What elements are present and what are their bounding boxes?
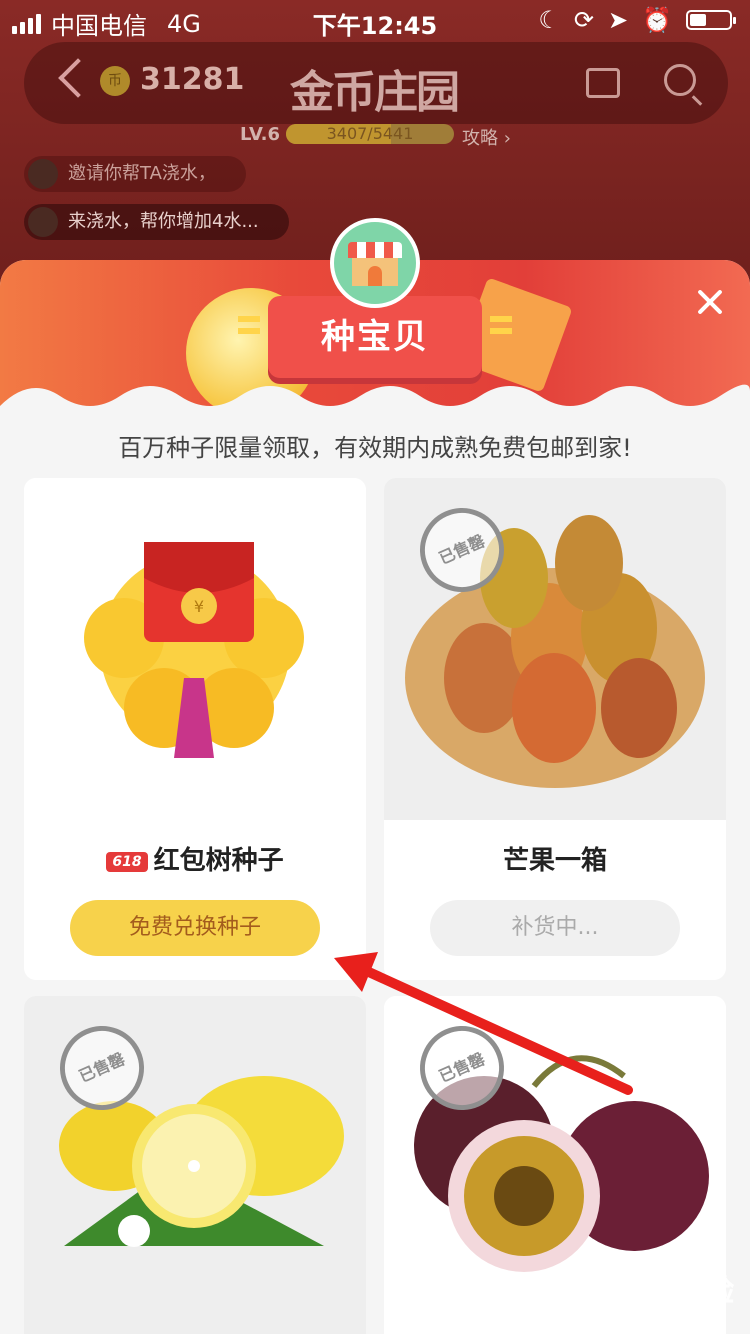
product-image: ¥ [24,478,366,820]
coin-balance[interactable]: 31281 [140,62,244,97]
close-icon[interactable] [696,288,724,316]
message-pill[interactable]: 邀请你帮TA浇水， [24,156,246,192]
modal-title-ribbon: 种宝贝 [238,296,512,378]
watermark-brand: Baidu经验 [578,1274,735,1309]
calendar-icon[interactable] [586,68,620,98]
coin-icon: 币 [100,66,130,96]
product-card[interactable]: ¥ 618 红包树种子 免费兑换种子 [24,478,366,980]
battery-icon [686,10,736,30]
moon-icon: ☾ [538,6,560,34]
rotation-lock-icon: ⟳ [573,6,594,34]
seed-shop-modal: 百万种子限量领取，有效期内成熟免费包邮到家! ¥ 618 红包树种子 免费兑换种子 [0,260,750,1334]
promo-618-badge: 618 [106,851,148,872]
search-icon[interactable] [664,64,696,96]
watermark-url: jingyan.baidu.com [578,1310,708,1326]
redeem-seed-button[interactable]: 免费兑换种子 [70,900,320,956]
avatar [28,159,58,189]
product-card[interactable]: 已售罄 芒果一箱 补货中... [384,478,726,980]
game-title: 金币庄园 [290,67,460,118]
level-progress-text: 3407/5441 [326,124,414,143]
message-text: 来浇水，帮你增加4水... [68,211,259,232]
product-name: 芒果一箱 [502,846,607,876]
svg-text:¥: ¥ [194,597,204,616]
status-bar: 中国电信 4G 下午12:45 ☾ ⟳ ➤ ⏰ [0,0,750,40]
product-card[interactable]: 已售罄 [24,996,366,1334]
guide-link[interactable]: 攻略 › [462,124,511,150]
message-text: 邀请你帮TA浇水， [68,163,216,184]
message-pill[interactable]: 来浇水，帮你增加4水... [24,204,289,240]
shop-icon [330,218,420,308]
avatar [28,207,58,237]
restocking-button: 补货中... [430,900,680,956]
modal-subtitle: 百万种子限量领取，有效期内成熟免费包邮到家! [118,434,632,462]
alarm-icon: ⏰ [642,6,672,34]
product-name-text: 红包树种子 [153,846,284,876]
level-label: LV.6 [240,124,280,145]
product-image: 已售罄 [24,996,366,1334]
location-icon: ➤ [608,6,629,34]
back-icon[interactable] [58,58,98,98]
product-name: 618 红包树种子 [24,840,366,877]
product-image: 已售罄 [384,478,726,820]
watermark: Baidu经验 jingyan.baidu.com [578,1266,734,1326]
red-envelope-tree-icon: ¥ [84,542,304,758]
modal-title: 种宝贝 [321,317,429,357]
